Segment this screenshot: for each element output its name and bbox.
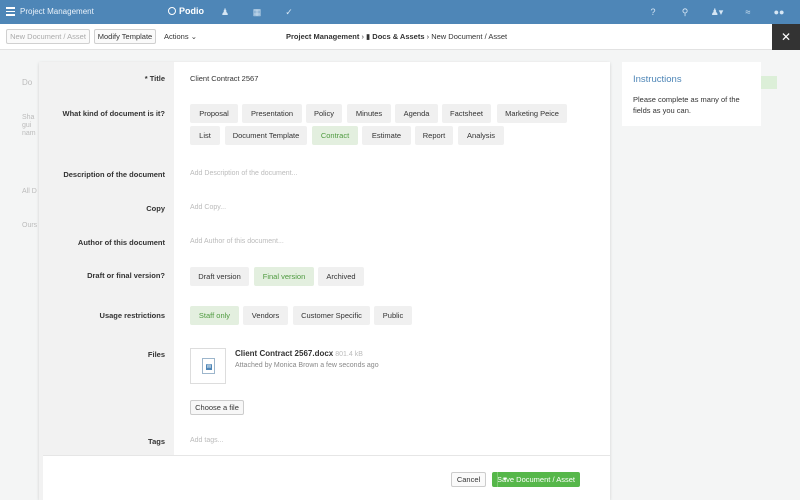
description-label: Description of the document <box>63 170 165 179</box>
draft-option-final[interactable]: Final version <box>254 267 314 286</box>
breadcrumb-workspace[interactable]: Project Management <box>286 32 359 41</box>
instructions-text: Please complete as many of the fields as… <box>633 95 740 115</box>
file-meta: Attached by Monica Brown a few seconds a… <box>235 362 379 369</box>
podio-logo-icon <box>168 7 176 15</box>
save-button[interactable]: Save Document / Asset ▾ <box>492 472 580 487</box>
contacts-icon[interactable]: ♟ <box>219 6 231 18</box>
kind-option-contract[interactable]: Contract <box>312 126 358 145</box>
kind-option-document-template[interactable]: Document Template <box>225 126 307 145</box>
folder-icon: ▮ <box>366 32 371 41</box>
chevron-down-icon: ⌄ <box>190 32 197 41</box>
file-thumbnail[interactable]: W <box>190 348 226 384</box>
breadcrumb-current: New Document / Asset <box>431 32 508 41</box>
draft-option-draft[interactable]: Draft version <box>190 267 249 286</box>
kind-option-analysis[interactable]: Analysis <box>458 126 504 145</box>
calendar-icon[interactable]: ▦ <box>251 6 263 18</box>
tags-label: Tags <box>148 437 165 446</box>
files-label: Files <box>147 350 165 359</box>
kind-option-agenda[interactable]: Agenda <box>395 104 438 123</box>
copy-label: Copy <box>146 204 165 213</box>
form-footer: Cancel Save Document / Asset ▾ <box>43 455 610 500</box>
workspace-name[interactable]: Project Management <box>20 7 94 16</box>
file-name-text: Client Contract 2567.docx <box>235 349 334 358</box>
title-field[interactable]: Client Contract 2567 <box>190 74 258 83</box>
tasks-icon[interactable]: ✓ <box>283 6 295 18</box>
word-document-icon: W <box>202 358 215 374</box>
user-menu-icon[interactable]: ♟▾ <box>709 6 725 18</box>
label-column <box>39 62 174 500</box>
usage-label: Usage restrictions <box>99 311 165 320</box>
title-label-text: Title <box>149 74 165 83</box>
close-icon[interactable]: ✕ <box>772 24 800 51</box>
author-input[interactable]: Add Author of this document... <box>190 238 284 245</box>
breadcrumb-app[interactable]: Docs & Assets <box>372 32 424 41</box>
chevron-down-icon[interactable]: ▾ <box>497 472 512 487</box>
kind-option-policy[interactable]: Policy <box>306 104 342 123</box>
file-size: 801.4 kB <box>335 351 363 358</box>
copy-input[interactable]: Add Copy... <box>190 204 226 211</box>
kind-option-proposal[interactable]: Proposal <box>190 104 238 123</box>
toolbar: New Document / Asset Modify Template Act… <box>0 24 800 50</box>
top-navigation-bar: Project Management Podio ♟ ▦ ✓ ? ⚲ ♟▾ ≈ … <box>0 0 800 24</box>
kind-option-factsheet[interactable]: Factsheet <box>442 104 491 123</box>
kind-option-presentation[interactable]: Presentation <box>242 104 302 123</box>
tags-input[interactable]: Add tags... <box>190 437 223 444</box>
choose-file-button[interactable]: Choose a file <box>190 400 244 415</box>
search-icon[interactable]: ⚲ <box>679 6 691 18</box>
draft-option-archived[interactable]: Archived <box>318 267 364 286</box>
actions-dropdown[interactable]: Actions ⌄ <box>164 32 197 41</box>
kind-option-report[interactable]: Report <box>415 126 453 145</box>
author-label: Author of this document <box>77 238 165 247</box>
description-input[interactable]: Add Description of the document... <box>190 170 297 177</box>
actions-label: Actions <box>164 32 189 41</box>
kind-option-list[interactable]: List <box>190 126 220 145</box>
rss-icon[interactable]: ≈ <box>742 6 754 18</box>
kind-option-marketing-peice[interactable]: Marketing Peice <box>497 104 567 123</box>
word-badge: W <box>206 364 212 370</box>
usage-option-customer-specific[interactable]: Customer Specific <box>293 306 370 325</box>
modify-template-button[interactable]: Modify Template <box>94 29 156 44</box>
required-mark: * <box>144 74 148 83</box>
cancel-button[interactable]: Cancel <box>451 472 486 487</box>
usage-option-vendors[interactable]: Vendors <box>243 306 288 325</box>
instructions-heading: Instructions <box>633 74 682 85</box>
draft-label: Draft or final version? <box>87 271 165 280</box>
breadcrumb: Project Management › ▮ Docs & Assets › N… <box>286 32 507 41</box>
file-name[interactable]: Client Contract 2567.docx 801.4 kB <box>235 349 363 358</box>
instructions-panel: Instructions Please complete as many of … <box>622 62 761 126</box>
podio-logo[interactable]: Podio <box>168 6 204 16</box>
logo-text: Podio <box>179 6 204 16</box>
usage-option-public[interactable]: Public <box>374 306 412 325</box>
kind-option-estimate[interactable]: Estimate <box>362 126 411 145</box>
kind-label: What kind of document is it? <box>62 109 166 118</box>
usage-option-staff-only[interactable]: Staff only <box>190 306 239 325</box>
kind-option-minutes[interactable]: Minutes <box>347 104 391 123</box>
new-item-form: * Title Client Contract 2567 What kind o… <box>39 62 610 500</box>
title-label: * Title <box>15 74 165 83</box>
help-icon[interactable]: ? <box>647 6 659 18</box>
new-document-button[interactable]: New Document / Asset <box>6 29 90 44</box>
chat-icon[interactable]: ●● <box>773 6 785 18</box>
menu-icon[interactable] <box>6 7 15 16</box>
background-green-bar <box>761 76 777 89</box>
